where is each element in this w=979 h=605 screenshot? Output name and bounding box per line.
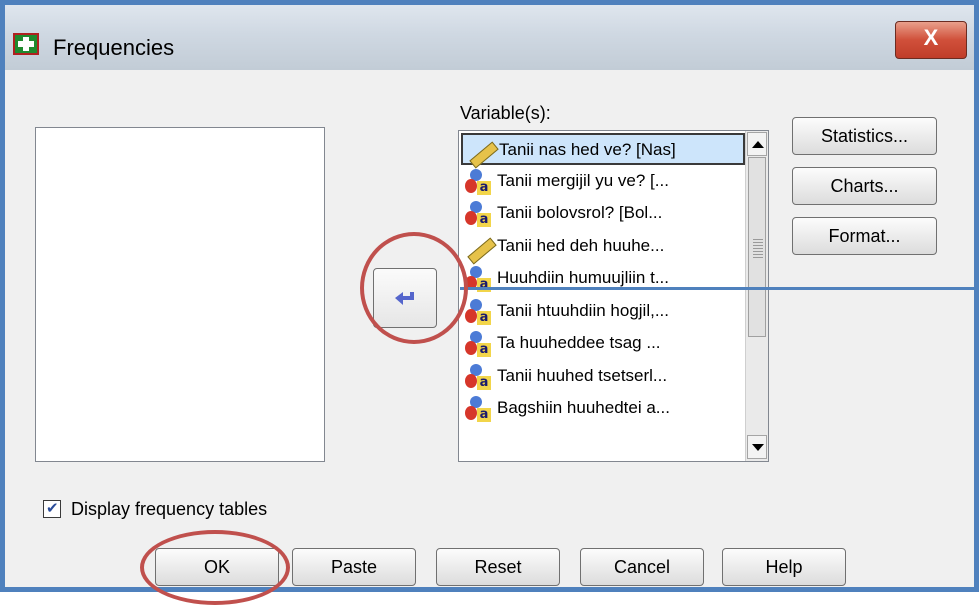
scroll-down-icon[interactable]: [747, 435, 767, 459]
format-button[interactable]: Format...: [792, 217, 937, 255]
variable-label: Tanii htuuhdiin hogjil,...: [497, 300, 670, 320]
title-bar[interactable]: Frequencies X: [5, 5, 974, 70]
annotation-line: [460, 287, 975, 290]
nominal-variable-icon: a: [463, 201, 491, 227]
variable-label: Ta huuheddee tsag ...: [497, 333, 661, 352]
scale-ruler-icon: [465, 138, 499, 169]
variable-label: Tanii mergijil yu ve? [...: [497, 170, 669, 190]
grip-icon: [753, 238, 763, 258]
variable-list-item[interactable]: Tanii nas hed ve? [Nas]: [461, 133, 745, 169]
nominal-variable-icon: a: [463, 363, 491, 390]
scrollbar-thumb[interactable]: [748, 157, 766, 337]
variable-list-item[interactable]: a Tanii htuuhdiin hogjil,...: [461, 296, 745, 328]
variable-list-item[interactable]: a Tanii bolovsrol? [Bol...: [461, 198, 745, 230]
scale-ruler-icon: [463, 234, 497, 264]
variable-label: Bagshiin huuhedtei a...: [497, 398, 670, 417]
annotation-circle-arrow: [360, 232, 468, 344]
variable-list-scrollbar[interactable]: [745, 131, 768, 461]
nominal-variable-icon: a: [463, 331, 491, 357]
nominal-variable-icon: a: [463, 168, 491, 195]
nominal-variable-icon: a: [463, 396, 491, 422]
scroll-up-icon[interactable]: [747, 132, 767, 156]
frequencies-dialog: Frequencies X Variable(s): Tanii nas hed…: [0, 0, 979, 605]
reset-button[interactable]: Reset: [436, 548, 560, 586]
source-variable-list[interactable]: [35, 127, 325, 462]
cancel-button[interactable]: Cancel: [580, 548, 704, 586]
variable-label: Tanii bolovsrol? [Bol...: [497, 203, 663, 222]
checkmark-icon: ✔: [46, 500, 59, 517]
window-title: Frequencies: [53, 35, 175, 60]
variable-list-item[interactable]: a Bagshiin huuhedtei a...: [461, 393, 745, 425]
spss-app-icon: [13, 33, 39, 55]
variable-label: Tanii hed deh huuhe...: [497, 235, 665, 255]
variable-list-item[interactable]: a Tanii huuhed tsetserl...: [461, 361, 745, 393]
statistics-button[interactable]: Statistics...: [792, 117, 937, 155]
charts-button[interactable]: Charts...: [792, 167, 937, 205]
target-variable-list[interactable]: Tanii nas hed ve? [Nas] a Tanii mergijil y…: [458, 130, 769, 462]
variable-list-item[interactable]: a Ta huuheddee tsag ...: [461, 328, 745, 360]
close-button[interactable]: X: [895, 21, 967, 59]
annotation-circle-ok: [140, 530, 290, 605]
variable-label: Tanii huuhed tsetserl...: [497, 365, 668, 385]
nominal-variable-icon: a: [463, 298, 491, 325]
display-frequency-tables-label: Display frequency tables: [71, 499, 268, 519]
variable-list-item[interactable]: a Huuhdiin humuujliin t...: [461, 263, 745, 295]
help-button[interactable]: Help: [722, 548, 846, 586]
variable-list-item[interactable]: a Tanii mergijil yu ve? [...: [461, 166, 745, 198]
variables-label: Variable(s):: [460, 103, 551, 123]
variable-label: Huuhdiin humuujliin t...: [497, 268, 669, 287]
variable-list-item[interactable]: Tanii hed deh huuhe...: [461, 231, 745, 264]
display-frequency-tables-checkbox[interactable]: ✔: [43, 500, 61, 518]
close-icon: X: [923, 25, 939, 50]
variable-label: Tanii nas hed ve? [Nas]: [499, 140, 676, 159]
paste-button[interactable]: Paste: [292, 548, 416, 586]
